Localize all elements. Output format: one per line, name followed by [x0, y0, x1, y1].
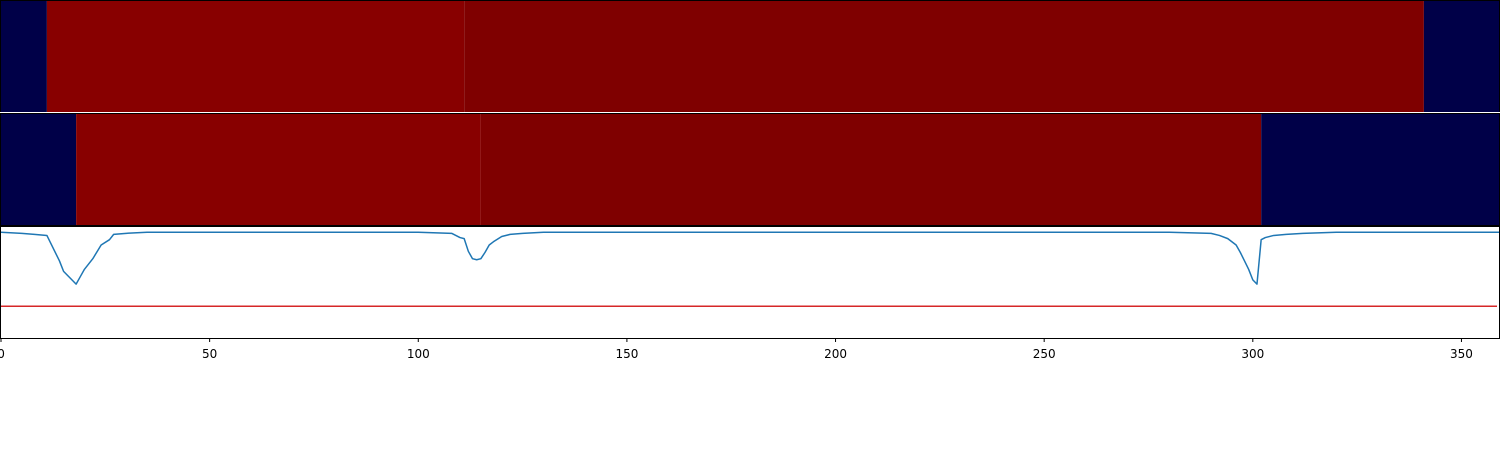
x-tick-label: 200 — [824, 347, 847, 361]
heatmap-cell — [76, 114, 481, 225]
heatmap-row-1 — [1, 1, 1499, 112]
x-tick-label: 0 — [0, 347, 5, 361]
heatmap-cell — [1423, 1, 1499, 112]
heatmap-cell — [1261, 114, 1499, 225]
heatmap-cell — [1, 114, 77, 225]
chart: 0 50 100 150 200 250 300 350 — [0, 0, 1500, 361]
heatmap-cell — [480, 114, 1262, 225]
heatmap-cell — [1, 1, 47, 112]
heatmap-row-2 — [1, 114, 1499, 225]
x-tick-label: 50 — [202, 347, 217, 361]
x-axis: 0 50 100 150 200 250 300 350 — [0, 338, 1473, 361]
x-tick-label: 250 — [1033, 347, 1056, 361]
x-tick-label: 350 — [1450, 347, 1473, 361]
line-panel — [0, 226, 1500, 338]
line-panel-background — [0, 226, 1500, 338]
heatmap-cell — [464, 1, 1424, 112]
x-tick-label: 300 — [1241, 347, 1264, 361]
x-tick-label: 100 — [407, 347, 430, 361]
x-tick-label: 150 — [615, 347, 638, 361]
heatmap-cell — [46, 1, 465, 112]
